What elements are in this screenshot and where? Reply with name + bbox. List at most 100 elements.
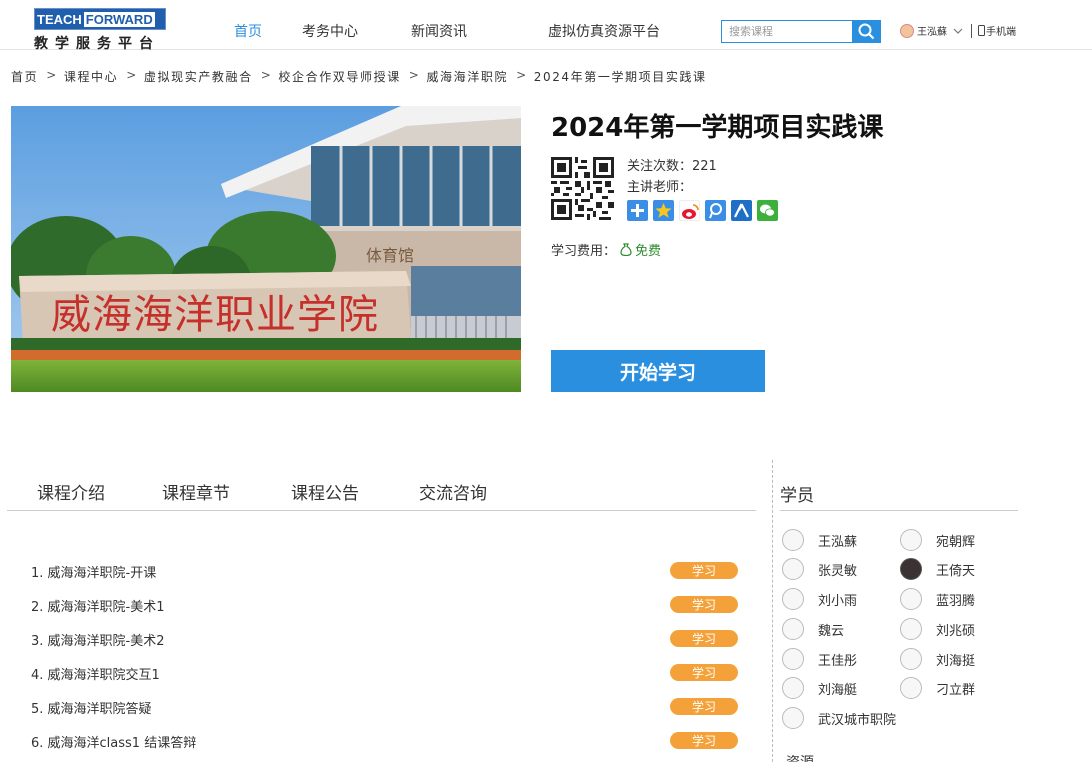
student-name: 张灵敏 [818, 563, 858, 579]
student-item[interactable]: 魏云 [782, 618, 844, 640]
column-divider [772, 460, 773, 762]
avatar [782, 588, 804, 610]
follow-count: 关注次数：221 [627, 159, 717, 174]
share-wechat-icon[interactable] [757, 200, 778, 221]
search-button[interactable] [852, 21, 880, 42]
student-name: 魏云 [818, 623, 845, 639]
lesson-study-button[interactable]: 学习 [670, 664, 738, 681]
student-name: 武汉城市职院 [818, 712, 897, 728]
course-title: 2024年第一学期项目实践课 [551, 113, 884, 143]
student-item[interactable]: 张灵敏 [782, 558, 857, 580]
user-name: 王泓蘇 [917, 27, 947, 38]
student-item[interactable]: 刘海艇 [782, 677, 857, 699]
student-name: 宛朝辉 [936, 534, 976, 550]
search-box [721, 20, 881, 43]
breadcrumb-item[interactable]: 威海海洋职院 [426, 68, 508, 85]
student-item[interactable]: 刘小雨 [782, 588, 857, 610]
avatar [900, 588, 922, 610]
student-item[interactable]: 王泓蘇 [782, 529, 857, 551]
lesson-item[interactable]: 6. 威海海洋class1 结课答辩 [31, 732, 196, 751]
student-item[interactable]: 武汉城市职院 [782, 707, 896, 729]
course-cover-image: 体育馆 威海海洋职业学院 [11, 106, 521, 392]
avatar [900, 529, 922, 551]
start-learning-button[interactable]: 开始学习 [551, 350, 765, 392]
share-qzone-icon[interactable] [653, 200, 674, 221]
teacher-label: 主讲老师： [627, 180, 693, 195]
lesson-item[interactable]: 1. 威海海洋职院-开课 [31, 562, 156, 581]
avatar [900, 558, 922, 580]
lesson-study-button[interactable]: 学习 [670, 562, 738, 579]
student-item[interactable]: 刁立群 [900, 677, 975, 699]
share-tencent-weibo-icon[interactable] [705, 200, 726, 221]
tab-course-chapters[interactable]: 课程章节 [162, 479, 230, 504]
avatar [782, 558, 804, 580]
student-item[interactable]: 宛朝辉 [900, 529, 975, 551]
student-item[interactable]: 王倚天 [900, 558, 975, 580]
avatar [782, 677, 804, 699]
student-name: 刘兆硕 [936, 623, 976, 639]
search-input[interactable] [722, 21, 852, 42]
tab-discussion[interactable]: 交流咨询 [419, 479, 487, 504]
logo-subtitle: 教学服务平台 [34, 36, 160, 52]
lesson-item[interactable]: 3. 威海海洋职院-美术2 [31, 630, 165, 649]
avatar [900, 677, 922, 699]
lesson-item[interactable]: 4. 威海海洋职院交互1 [31, 664, 160, 683]
avatar [900, 648, 922, 670]
user-menu[interactable]: 王泓蘇 手机端 [900, 23, 1016, 38]
user-avatar [900, 23, 914, 38]
nav-home[interactable]: 首页 [234, 21, 262, 41]
qr-code [551, 157, 614, 220]
avatar [900, 618, 922, 640]
student-name: 王佳彤 [818, 653, 858, 669]
search-icon [858, 23, 874, 40]
share-renren-icon[interactable] [731, 200, 752, 221]
student-item[interactable]: 刘海挺 [900, 648, 975, 670]
resources-title-partial: 资源 [786, 752, 814, 762]
course-tabs: 课程介绍 课程章节 课程公告 交流咨询 [7, 479, 756, 511]
share-more-icon[interactable] [627, 200, 648, 221]
lesson-study-button[interactable]: 学习 [670, 698, 738, 715]
student-item[interactable]: 王佳彤 [782, 648, 857, 670]
avatar [782, 529, 804, 551]
lesson-study-button[interactable]: 学习 [670, 596, 738, 613]
fee-label: 学习费用： [551, 244, 617, 259]
nav-news[interactable]: 新闻资讯 [411, 21, 467, 41]
logo-teach-text: TEACH [37, 11, 82, 27]
student-name: 王倚天 [936, 563, 976, 579]
breadcrumb: 首页 > 课程中心 > 虚拟现实产教融合 > 校企合作双导师授课 > 威海海洋职院 > 2… [11, 68, 707, 85]
chevron-down-icon [953, 28, 963, 34]
lesson-item[interactable]: 5. 威海海洋职院答疑 [31, 698, 152, 717]
breadcrumb-current: 2024年第一学期项目实践课 [533, 70, 707, 84]
nav-virtual-sim[interactable]: 虚拟仿真资源平台 [548, 21, 660, 41]
breadcrumb-item[interactable]: 虚拟现实产教融合 [144, 68, 253, 85]
header: TEACH FORWARD 教学服务平台 首页 考务中心 新闻资讯 虚拟仿真资源… [0, 6, 1092, 52]
students-title: 学员 [780, 486, 814, 506]
mobile-link[interactable]: 手机端 [986, 23, 1016, 38]
student-item[interactable]: 刘兆硕 [900, 618, 975, 640]
mobile-icon [978, 25, 985, 36]
breadcrumb-item[interactable]: 校企合作双导师授课 [278, 68, 400, 85]
lesson-item[interactable]: 2. 威海海洋职院-美术1 [31, 596, 165, 615]
breadcrumb-item[interactable]: 首页 [11, 68, 38, 85]
student-name: 刘海挺 [936, 653, 976, 669]
lesson-study-button[interactable]: 学习 [670, 732, 738, 749]
tab-course-intro[interactable]: 课程介绍 [37, 479, 105, 504]
breadcrumb-item[interactable]: 课程中心 [64, 68, 118, 85]
site-logo[interactable]: TEACH FORWARD 教学服务平台 [34, 8, 166, 52]
student-name: 蓝羽腾 [936, 593, 976, 609]
avatar [782, 707, 804, 729]
lesson-study-button[interactable]: 学习 [670, 630, 738, 647]
fee-row: 学习费用： 免费 [551, 240, 661, 259]
hero-sign-text: 威海海洋职业学院 [51, 292, 379, 338]
tab-course-notices[interactable]: 课程公告 [291, 479, 359, 504]
student-name: 刘小雨 [818, 593, 858, 609]
student-item[interactable]: 蓝羽腾 [900, 588, 975, 610]
student-name: 刘海艇 [818, 682, 858, 698]
share-weibo-icon[interactable] [679, 200, 700, 221]
nav-exam-center[interactable]: 考务中心 [302, 21, 358, 41]
student-name: 刁立群 [936, 682, 976, 698]
avatar [782, 648, 804, 670]
money-bag-icon [620, 243, 632, 256]
fee-value: 免费 [635, 244, 662, 259]
logo-forward-text: FORWARD [83, 11, 155, 27]
